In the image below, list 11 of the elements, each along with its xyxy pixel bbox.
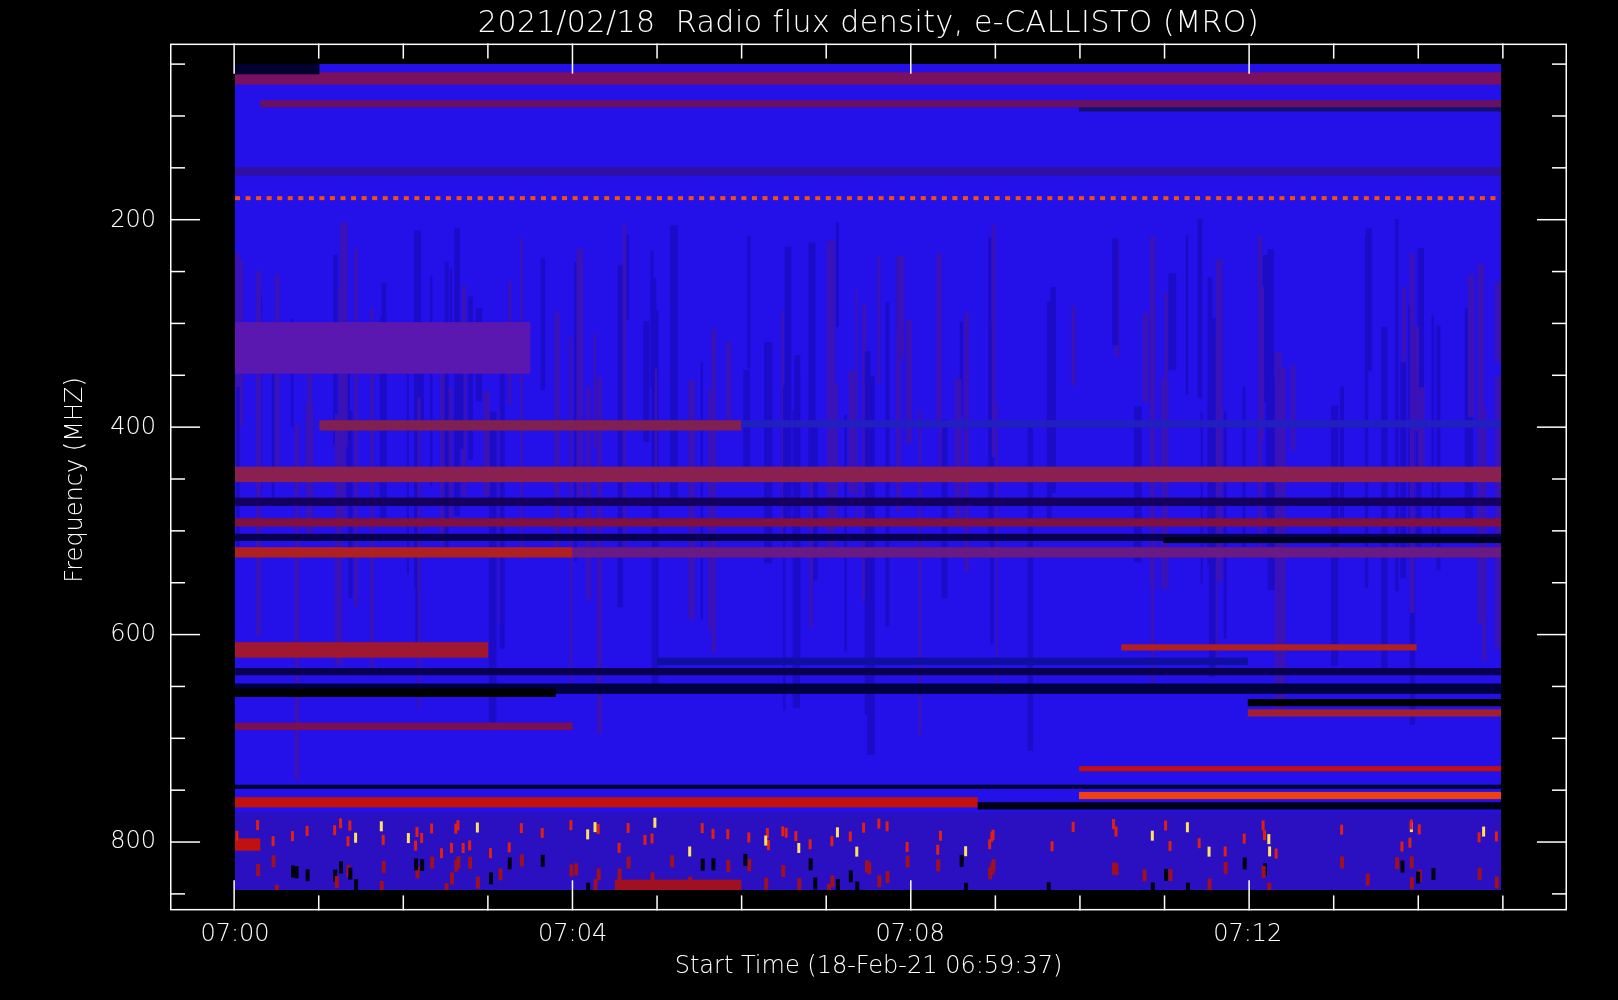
y-axis-title: Frequency (MHZ): [60, 377, 88, 583]
x-tick-label: 07:12: [1213, 921, 1283, 945]
y-tick-label: 600: [110, 621, 156, 645]
x-tick-label: 07:04: [538, 921, 608, 945]
x-axis-title: Start Time (18-Feb-21 06:59:37): [673, 951, 1064, 979]
x-tick-label: 07:00: [200, 921, 270, 945]
y-tick-label: 800: [110, 828, 156, 852]
y-tick-label: 200: [110, 207, 156, 231]
y-tick-label: 400: [110, 414, 156, 438]
x-tick-label: 07:08: [875, 921, 945, 945]
chart-title: 2021/02/18 Radio flux density, e-CALLISTO (MRO): [476, 3, 1261, 41]
